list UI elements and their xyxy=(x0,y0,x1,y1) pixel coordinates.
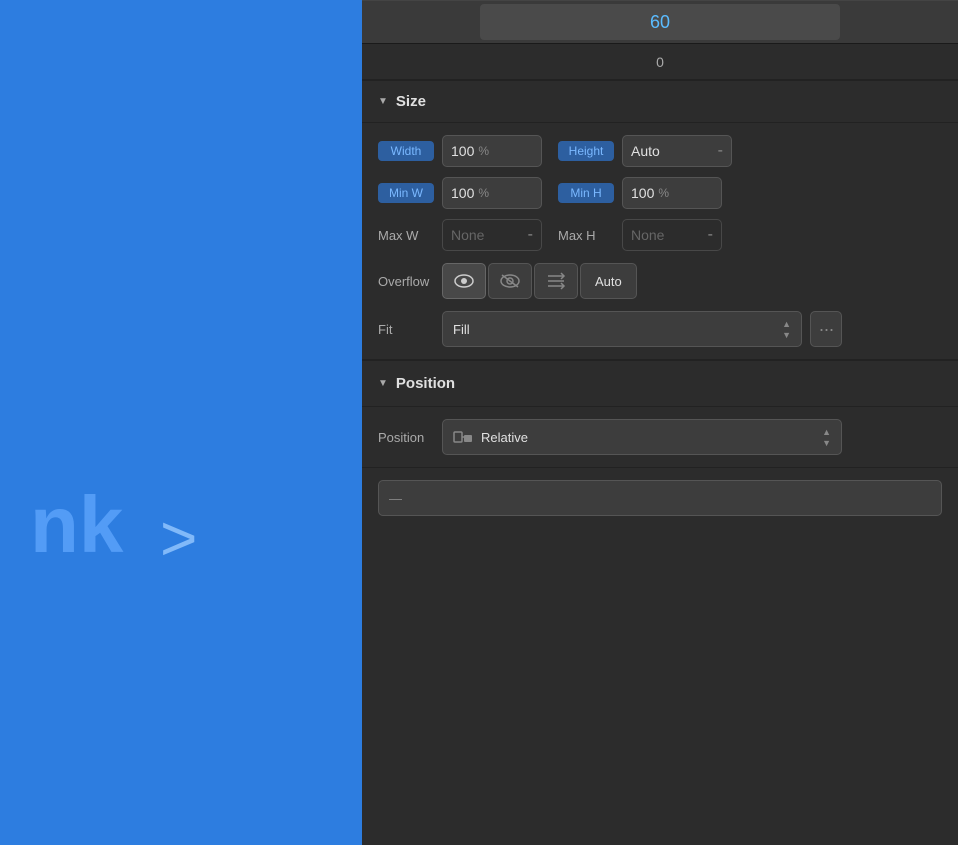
fit-select[interactable]: Fill ▲ ▼ xyxy=(442,311,802,347)
maxw-value: None xyxy=(451,227,484,243)
height-group: Height Auto - xyxy=(558,135,732,167)
maxh-label: Max H xyxy=(558,228,614,243)
width-label[interactable]: Width xyxy=(378,141,434,161)
overflow-auto-btn[interactable]: Auto xyxy=(580,263,637,299)
minw-value-box[interactable]: 100 % xyxy=(442,177,542,209)
fit-row: Fit Fill ▲ ▼ ··· xyxy=(378,311,942,347)
minw-label[interactable]: Min W xyxy=(378,183,434,203)
overflow-label: Overflow xyxy=(378,274,434,289)
minw-minh-row: Min W 100 % Min H 100 % xyxy=(378,177,942,209)
overflow-btn-group: Auto xyxy=(442,263,637,299)
overflow-auto-label: Auto xyxy=(595,274,622,289)
bottom-input[interactable]: — xyxy=(378,480,942,516)
minh-label[interactable]: Min H xyxy=(558,183,614,203)
position-row: Position Relative ▲ ▼ xyxy=(362,407,958,467)
position-triangle-icon: ▼ xyxy=(378,378,388,389)
zero-value: 0 xyxy=(656,54,664,70)
size-triangle-icon: ▼ xyxy=(378,96,388,107)
position-section-header[interactable]: ▼ Position xyxy=(362,360,958,407)
fit-more-label: ··· xyxy=(819,319,834,340)
minh-value: 100 xyxy=(631,185,654,201)
top-value-box: 60 xyxy=(362,0,958,44)
minh-value-box[interactable]: 100 % xyxy=(622,177,722,209)
position-relative-icon xyxy=(453,428,473,446)
minh-group: Min H 100 % xyxy=(558,177,722,209)
bottom-section: — xyxy=(362,467,958,845)
width-height-row: Width 100 % Height Auto - xyxy=(378,135,942,167)
position-section-title: Position xyxy=(396,375,455,392)
minw-unit: % xyxy=(478,186,489,200)
minw-group: Min W 100 % xyxy=(378,177,542,209)
height-value: Auto xyxy=(631,143,660,159)
canvas-text: nk xyxy=(30,485,123,565)
minw-value: 100 xyxy=(451,185,474,201)
properties-panel: 60 0 ▼ Size Width 100 % Height Auto xyxy=(362,0,958,845)
top-section: 60 0 xyxy=(362,0,958,80)
fit-more-btn[interactable]: ··· xyxy=(810,311,842,347)
height-dash: - xyxy=(718,142,723,160)
size-section-title: Size xyxy=(396,93,426,110)
maxh-value: None xyxy=(631,227,664,243)
maxh-dash: - xyxy=(708,226,713,244)
overflow-row: Overflow xyxy=(378,263,942,299)
bottom-input-value: — xyxy=(389,491,402,506)
maxw-label: Max W xyxy=(378,228,434,243)
width-value-box[interactable]: 100 % xyxy=(442,135,542,167)
size-section-header[interactable]: ▼ Size xyxy=(362,81,958,123)
maxw-value-box[interactable]: None - xyxy=(442,219,542,251)
width-unit: % xyxy=(478,144,489,158)
overflow-hidden-btn[interactable] xyxy=(488,263,532,299)
height-label[interactable]: Height xyxy=(558,141,614,161)
fit-label: Fit xyxy=(378,322,434,337)
width-group: Width 100 % xyxy=(378,135,542,167)
maxw-maxh-row: Max W None - Max H None - xyxy=(378,219,942,251)
height-value-box[interactable]: Auto - xyxy=(622,135,732,167)
size-props-area: Width 100 % Height Auto - Min W 100 xyxy=(362,123,958,359)
canvas-area: nk > xyxy=(0,0,362,845)
fit-value: Fill xyxy=(453,322,470,337)
eye-slash-icon xyxy=(499,273,521,289)
maxh-group: Max H None - xyxy=(558,219,722,251)
scroll-icon xyxy=(546,272,566,290)
maxh-value-box[interactable]: None - xyxy=(622,219,722,251)
canvas-arrow: > xyxy=(160,501,197,575)
top-value: 60 xyxy=(650,12,670,33)
width-value: 100 xyxy=(451,143,474,159)
minh-unit: % xyxy=(658,186,669,200)
zero-row: 0 xyxy=(362,44,958,80)
maxw-group: Max W None - xyxy=(378,219,542,251)
position-value: Relative xyxy=(481,430,528,445)
bottom-row: — xyxy=(378,480,942,516)
position-arrows-icon: ▲ ▼ xyxy=(822,427,831,448)
position-label: Position xyxy=(378,430,434,445)
top-value-inner: 60 xyxy=(480,4,840,40)
fit-arrows-icon: ▲ ▼ xyxy=(782,319,791,340)
maxw-dash: - xyxy=(528,226,533,244)
eye-icon xyxy=(454,274,474,288)
position-select[interactable]: Relative ▲ ▼ xyxy=(442,419,842,455)
overflow-visible-btn[interactable] xyxy=(442,263,486,299)
overflow-scroll-btn[interactable] xyxy=(534,263,578,299)
